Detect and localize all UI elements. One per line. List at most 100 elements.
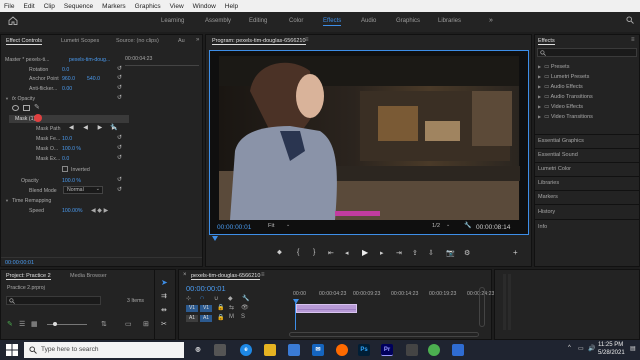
panel-menu-icon[interactable]: ≡ xyxy=(261,272,265,278)
menu-window[interactable]: Window xyxy=(193,3,216,10)
track-v1[interactable]: V1 xyxy=(200,305,212,312)
search-icon[interactable] xyxy=(626,16,634,26)
snap-icon[interactable]: ⊹ xyxy=(186,295,191,302)
notification-icon[interactable]: ▤ xyxy=(630,345,636,352)
panel-info[interactable]: Info xyxy=(538,224,547,230)
wrench-icon[interactable]: 🔧 xyxy=(110,124,117,131)
expand-icon[interactable]: ▼ xyxy=(5,96,9,101)
magnet-icon[interactable]: ∪ xyxy=(214,295,218,302)
video-frame[interactable] xyxy=(209,50,529,235)
windows-start-icon[interactable] xyxy=(6,344,18,356)
ellipse-mask-icon[interactable] xyxy=(12,105,19,111)
menu-markers[interactable]: Markers xyxy=(102,3,125,10)
track-target-v1[interactable]: V1 xyxy=(186,305,198,312)
menu-edit[interactable]: Edit xyxy=(23,3,34,10)
linked-selection-icon[interactable]: ∩ xyxy=(200,295,204,301)
workspace-color[interactable]: Color xyxy=(289,18,303,24)
reset-icon[interactable]: ↺ xyxy=(117,154,122,161)
expand-icon[interactable]: ▶ xyxy=(538,104,541,109)
store-icon[interactable] xyxy=(288,344,300,356)
expand-icon[interactable]: ▶ xyxy=(538,64,541,69)
step-forward-icon[interactable]: ▸ xyxy=(380,249,384,257)
mask-1-label[interactable]: Mask (1) xyxy=(15,116,35,122)
tab-lumetri-scopes[interactable]: Lumetri Scopes xyxy=(61,38,99,44)
panel-menu-icon[interactable]: ≡ xyxy=(305,37,309,43)
folder-video-effects[interactable]: ▶ ▭ Video Effects xyxy=(538,104,583,110)
workspace-audio[interactable]: Audio xyxy=(361,18,376,24)
list-view-icon[interactable]: ☰ xyxy=(19,320,25,328)
reset-icon[interactable]: ↺ xyxy=(117,84,122,91)
wrench-icon[interactable]: 🔧 xyxy=(464,222,471,229)
volume-icon[interactable]: 🔊 xyxy=(588,345,595,352)
workspace-learning[interactable]: Learning xyxy=(161,18,184,24)
mute-icon[interactable]: M xyxy=(229,314,234,320)
menu-view[interactable]: View xyxy=(170,3,184,10)
mask-feather-value[interactable]: 10.0 xyxy=(62,136,72,142)
ec-footer-timecode[interactable]: 00:00:00:01 xyxy=(5,260,34,266)
selection-tool-icon[interactable]: ➤ xyxy=(161,278,168,287)
wrench-icon[interactable]: 🔧 xyxy=(242,295,249,302)
reset-icon[interactable]: ↺ xyxy=(117,74,122,81)
marker-icon[interactable]: ◆ xyxy=(228,295,233,302)
folder-audio-effects[interactable]: ▶ ▭ Audio Effects xyxy=(538,84,583,90)
reset-icon[interactable]: ↺ xyxy=(117,176,122,183)
panel-libraries[interactable]: Libraries xyxy=(538,180,559,186)
keyframe-nav-icon[interactable]: ◀ ◆ ▶ xyxy=(91,207,108,214)
taskbar-search-input[interactable]: Type here to search xyxy=(24,342,184,358)
rotation-value[interactable]: 0.0 xyxy=(62,67,69,73)
close-icon[interactable]: × xyxy=(183,272,187,278)
mask-opacity-value[interactable]: 100.0 % xyxy=(62,146,81,152)
icon-view-icon[interactable]: ▦ xyxy=(31,320,38,328)
rectangle-mask-icon[interactable] xyxy=(23,105,30,111)
playhead-marker[interactable] xyxy=(212,236,218,241)
taskbar-date[interactable]: 5/28/2021 xyxy=(598,350,625,356)
panel-markers[interactable]: Markers xyxy=(538,194,558,200)
play-icon[interactable]: ▶ xyxy=(362,248,368,257)
menu-clip[interactable]: Clip xyxy=(44,3,55,10)
task-view-icon[interactable]: ◎ xyxy=(192,344,204,356)
opacity-section[interactable]: ▼ fx Opacity xyxy=(5,96,35,102)
inverted-checkbox[interactable] xyxy=(62,166,68,172)
lift-icon[interactable]: ⇪ xyxy=(412,249,418,257)
ripple-edit-tool-icon[interactable]: ⇹ xyxy=(161,306,167,314)
program-timecode[interactable]: 00:00:00:01 xyxy=(217,224,251,231)
folder-video-transitions[interactable]: ▶ ▭ Video Transitions xyxy=(538,114,593,120)
quality-select[interactable]: 1/2 ⌄ xyxy=(432,222,454,231)
taskbar-time[interactable]: 11:25 PM xyxy=(598,342,623,348)
tab-source[interactable]: Source: (no clips) xyxy=(116,38,159,44)
reset-icon[interactable]: ↺ xyxy=(117,134,122,141)
tab-program-monitor[interactable]: Program: pexels-tim-douglas-6566210 xyxy=(212,38,306,45)
tab-effect-controls[interactable]: Effect Controls xyxy=(6,38,42,45)
step-back-icon[interactable]: ◂ xyxy=(345,249,349,257)
effects-title[interactable]: Effects xyxy=(538,38,555,45)
go-to-out-icon[interactable]: ⇥ xyxy=(396,249,402,257)
reset-icon[interactable]: ↺ xyxy=(117,94,122,101)
anchor-y-value[interactable]: 540.0 xyxy=(87,76,100,82)
mark-out-icon[interactable]: } xyxy=(313,249,315,256)
edge-icon[interactable]: e xyxy=(240,344,252,356)
timeline-horizontal-scrollbar[interactable] xyxy=(289,332,479,337)
add-button-icon[interactable]: + xyxy=(513,248,518,257)
go-to-in-icon[interactable]: ⇤ xyxy=(328,249,334,257)
playhead-bar[interactable] xyxy=(212,236,528,241)
menu-help[interactable]: Help xyxy=(225,3,238,10)
timeline-vertical-scrollbar[interactable] xyxy=(479,287,485,327)
anchor-x-value[interactable]: 960.0 xyxy=(62,76,75,82)
pen-mask-icon[interactable]: ✎ xyxy=(34,103,40,111)
expand-icon[interactable]: ▶ xyxy=(538,74,541,79)
lock-icon[interactable]: 🔒 xyxy=(217,314,224,321)
clip-label[interactable]: pexels-tim-doug... xyxy=(69,57,110,63)
workspace-effects[interactable]: Effects xyxy=(323,18,342,26)
firefox-icon[interactable] xyxy=(336,344,348,356)
fit-select[interactable]: Fit ⌄ xyxy=(266,222,294,231)
menu-sequence[interactable]: Sequence xyxy=(64,3,93,10)
panel-history[interactable]: History xyxy=(538,209,555,215)
expand-icon[interactable]: ▶ xyxy=(538,94,541,99)
settings-icon[interactable]: ⚙ xyxy=(464,249,470,257)
mail-icon[interactable]: ✉ xyxy=(312,344,324,356)
new-bin-icon[interactable]: ▭ xyxy=(125,320,132,328)
mark-in-icon[interactable]: { xyxy=(297,249,299,256)
effects-search-input[interactable] xyxy=(537,48,637,57)
workspace-libraries[interactable]: Libraries xyxy=(438,18,461,24)
home-icon[interactable] xyxy=(8,16,18,25)
